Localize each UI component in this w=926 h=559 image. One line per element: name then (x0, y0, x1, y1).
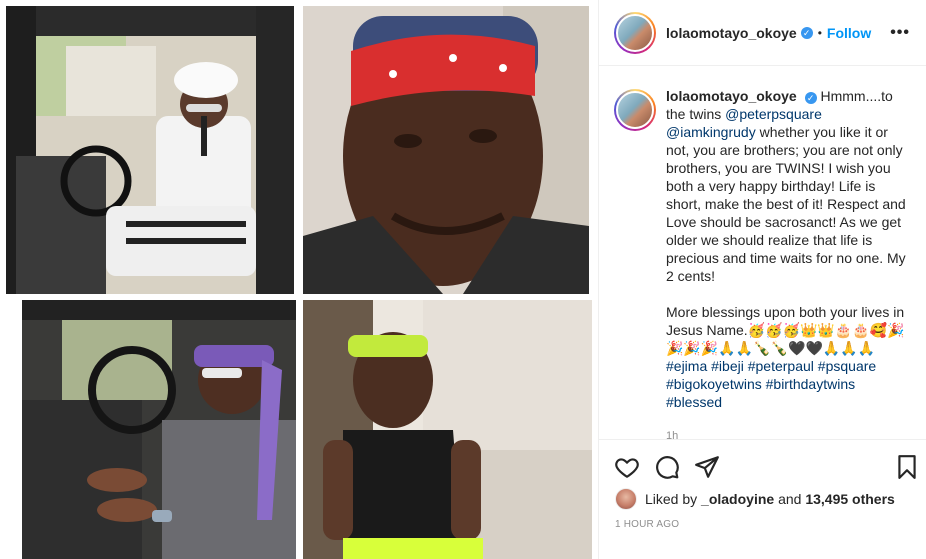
caption-text: lolaomotayo_okoye ✓ Hmmm....to the twins… (666, 87, 911, 445)
photo-man-purple-headband-car (22, 300, 296, 559)
author-username[interactable]: lolaomotayo_okoye (666, 25, 797, 41)
hashtag-peterpaul[interactable]: #peterpaul (748, 358, 814, 374)
hashtag-ejima[interactable]: #ejima (666, 358, 707, 374)
verified-badge-icon: ✓ (800, 26, 813, 39)
like-heart-icon[interactable] (614, 454, 640, 480)
follow-button[interactable]: Follow (827, 25, 871, 41)
likes-count[interactable]: 13,495 others (805, 491, 895, 507)
caption-author-avatar[interactable] (614, 89, 656, 131)
caption-body: whether you like it or not, you are brot… (666, 124, 906, 284)
photo-man-green-headband (303, 300, 592, 559)
photo-man-in-car-white-outfit (6, 6, 294, 294)
liker-username[interactable]: _oladoyine (701, 491, 774, 507)
post-header: lolaomotayo_okoye ✓ • Follow ••• (599, 0, 926, 66)
save-bookmark-icon[interactable] (894, 454, 920, 480)
hashtag-birthdaytwins[interactable]: #birthdaytwins (766, 376, 856, 392)
share-paper-plane-icon[interactable] (694, 454, 720, 480)
likes-joiner: and (778, 491, 802, 507)
separator-dot: • (817, 25, 822, 40)
mention-peterpsquare[interactable]: @peterpsquare (725, 106, 822, 122)
caption-area: lolaomotayo_okoye ✓ Hmmm....to the twins… (599, 67, 926, 442)
post-side-panel: lolaomotayo_okoye ✓ • Follow ••• lolaomo… (598, 0, 926, 559)
hashtag-psquare[interactable]: #psquare (818, 358, 876, 374)
photo-selfie-red-bandana (303, 6, 589, 294)
caption-author-username[interactable]: lolaomotayo_okoye (666, 88, 797, 104)
caption-relative-time[interactable]: 1h (666, 427, 911, 445)
caption-verified-badge-icon: ✓ (804, 92, 817, 104)
more-options-icon[interactable]: ••• (890, 24, 910, 42)
liker-avatar[interactable] (615, 488, 637, 510)
post-actions-bar (614, 450, 922, 484)
likes-summary: Liked by _oladoyine and 13,495 others (615, 488, 895, 510)
post-timestamp[interactable]: 1 HOUR AGO (615, 519, 679, 530)
mention-iamkingrudy[interactable]: @iamkingrudy (666, 124, 756, 140)
hashtag-bigokoyetwins[interactable]: #bigokoyetwins (666, 376, 762, 392)
author-avatar[interactable] (614, 11, 656, 54)
hashtag-blessed[interactable]: #blessed (666, 394, 722, 410)
likes-prefix: Liked by (645, 491, 698, 507)
hashtag-ibeji[interactable]: #ibeji (711, 358, 744, 374)
comment-bubble-icon[interactable] (654, 454, 680, 480)
post-media-grid (0, 0, 598, 559)
